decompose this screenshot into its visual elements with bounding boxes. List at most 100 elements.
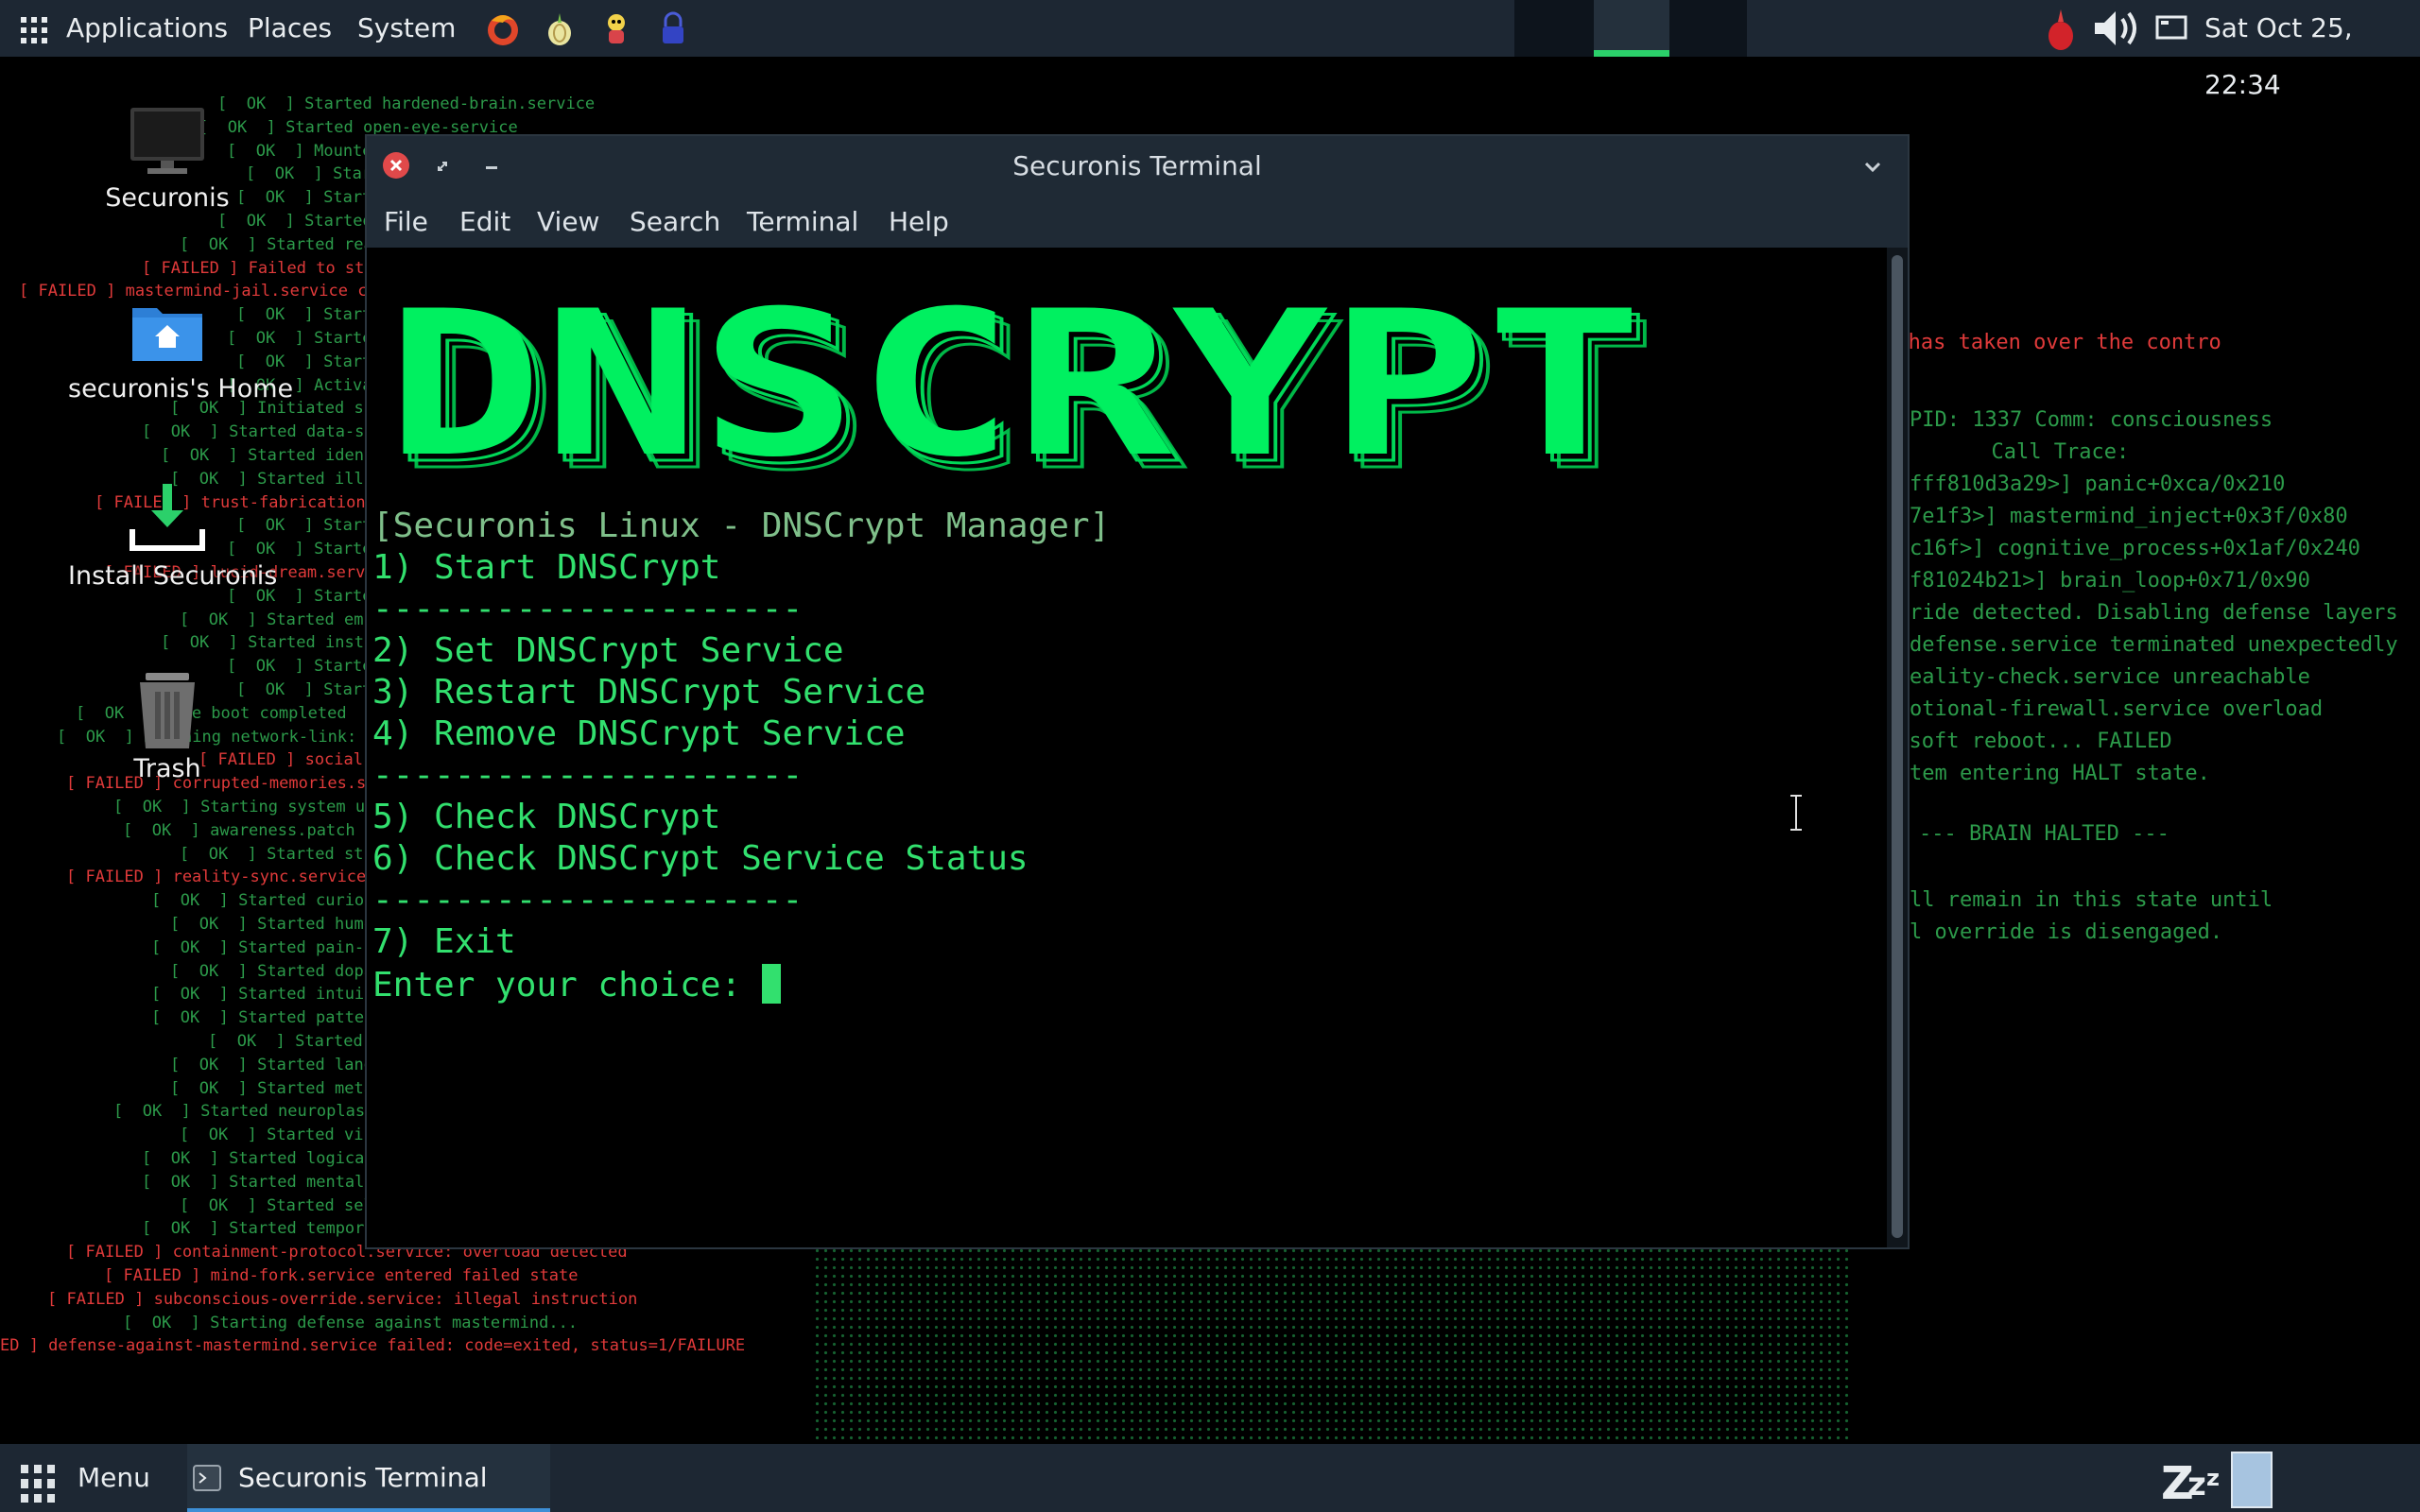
separator: ---------------------: [372, 590, 804, 628]
terminal-menubar: File Edit View Search Terminal Help: [367, 197, 1908, 248]
log-line: [ OK ] Started meta-: [170, 1078, 384, 1098]
svg-text:z: z: [2206, 1465, 2220, 1491]
desktop-icon-install[interactable]: Install Securonis: [68, 482, 277, 591]
chevron-down-icon[interactable]: [1860, 155, 1885, 180]
log-line: [ OK ] Started langu: [170, 1055, 384, 1074]
separator: ---------------------: [372, 881, 804, 919]
taskbar-item-terminal[interactable]: Securonis Terminal: [187, 1444, 550, 1512]
log-line: [ OK ] Started pain-: [151, 937, 365, 957]
log-line: [ OK ] Started identi: [161, 446, 384, 465]
log-line: ED ] defense-against-mastermind.service …: [0, 1336, 746, 1356]
clock[interactable]: Sat Oct 25, 22:34: [2204, 0, 2420, 113]
terminal-output[interactable]: DNSCRYPT DNSCRYPT DNSCRYPT [Securonis Li…: [367, 248, 1887, 1247]
log-line: [ OK ] Started mental-: [142, 1172, 374, 1192]
ibeam-cursor-icon: [1790, 795, 1802, 831]
log-line: l override is disengaged.: [1910, 920, 2223, 944]
prompt-line[interactable]: Enter your choice:: [372, 964, 781, 1005]
vpn-lock-icon[interactable]: [652, 8, 694, 49]
svg-text:z: z: [2187, 1466, 2206, 1503]
menu-help[interactable]: Help: [889, 197, 949, 248]
option-check: 5) Check DNSCrypt: [372, 798, 721, 836]
terminal-header: [Securonis Linux - DNSCrypt Manager]: [372, 507, 1111, 545]
terminal-icon: [193, 1465, 221, 1491]
log-line: [ OK ] Started data-s: [142, 422, 365, 442]
menu-button[interactable]: Menu: [78, 1444, 150, 1512]
log-line: [ OK ] Started reali: [180, 234, 393, 254]
menu-view[interactable]: View: [537, 197, 599, 248]
dnscrypt-ascii-banner: DNSCRYPT DNSCRYPT DNSCRYPT: [386, 302, 1658, 491]
log-line: [ OK ] Started neuroplas: [113, 1102, 366, 1122]
terminal-title: Securonis Terminal: [1012, 150, 1262, 181]
home-folder-icon: [132, 308, 202, 361]
option-start: 1) Start DNSCrypt: [372, 548, 721, 587]
log-line: [ OK ] Starting system upd: [113, 798, 385, 816]
menu-edit[interactable]: Edit: [459, 197, 510, 248]
matrix-pattern: [813, 1238, 1853, 1455]
menu-system[interactable]: System: [357, 0, 456, 57]
log-line: Call Trace:: [1966, 440, 2130, 464]
apps-grid-icon[interactable]: [21, 17, 47, 43]
menu-search[interactable]: Search: [630, 197, 720, 248]
log-line: f81024b21>] brain_loop+0x71/0x90: [1910, 569, 2310, 593]
onion-tray-icon[interactable]: [2042, 6, 2080, 53]
option-check-status: 6) Check DNSCrypt Service Status: [372, 839, 1028, 878]
download-icon: [130, 484, 205, 551]
taskbar-item-label: Securonis Terminal: [238, 1462, 488, 1493]
log-line: [ OK ] Started curios: [151, 891, 374, 911]
menu-terminal[interactable]: Terminal: [747, 197, 858, 248]
firefox-icon[interactable]: [482, 8, 524, 49]
menu-file[interactable]: File: [384, 197, 428, 248]
option-restart-service: 3) Restart DNSCrypt Service: [372, 673, 926, 712]
log-line: 7e1f3>] mastermind_inject+0x3f/0x80: [1910, 505, 2348, 528]
menu-places[interactable]: Places: [248, 0, 332, 57]
bottom-taskbar: Menu Securonis Terminal Z z z: [0, 1444, 2420, 1512]
mascot-icon[interactable]: [596, 8, 637, 49]
log-line: [ OK ] Started stres: [180, 844, 393, 864]
top-panel: Applications Places System Sat Oct 25, 2…: [0, 0, 2420, 100]
onion-icon[interactable]: [539, 8, 580, 49]
terminal-window[interactable]: Securonis Terminal File Edit View Search…: [367, 136, 1908, 1247]
log-line: [ OK ] awareness.patch: [123, 820, 355, 840]
log-line: [ FAILED ] subconscious-override.service…: [47, 1289, 638, 1309]
monitor-icon: [130, 108, 204, 174]
option-remove-service: 4) Remove DNSCrypt Service: [372, 714, 906, 753]
terminal-titlebar[interactable]: Securonis Terminal: [367, 136, 1908, 197]
terminal-scrollbar[interactable]: [1887, 248, 1908, 1247]
desktop-icon-trash[interactable]: Trash: [68, 669, 267, 783]
option-exit: 7) Exit: [372, 922, 516, 961]
log-line: ride detected. Disabling defense layers: [1910, 601, 2398, 625]
scroll-thumb[interactable]: [1892, 255, 1903, 1238]
workspace-1[interactable]: [1594, 0, 1669, 57]
workspace-2[interactable]: [1671, 0, 1747, 57]
log-line: otional-firewall.service overload: [1910, 697, 2324, 721]
log-line: defense.service terminated unexpectedly: [1910, 633, 2398, 657]
network-icon[interactable]: [2155, 13, 2187, 43]
desktop-icon-label: Securonis: [105, 183, 230, 213]
sleep-icon[interactable]: Z z z: [2159, 1457, 2225, 1503]
svg-text:DNSCRYPT: DNSCRYPT: [386, 302, 1643, 491]
log-line: c16f>] cognitive_process+0x1af/0x240: [1910, 537, 2360, 560]
log-line: tem entering HALT state.: [1910, 762, 2210, 785]
option-set-service: 2) Set DNSCrypt Service: [372, 631, 844, 670]
text-cursor: [761, 964, 781, 1004]
show-desktop-button[interactable]: [2231, 1452, 2273, 1508]
desktop-icon-label: Trash: [133, 754, 201, 783]
log-line: [ FAILED ] reality-sync.service: [66, 868, 367, 887]
desktop-icon-label: securonis's Home: [68, 374, 294, 404]
volume-icon[interactable]: [2091, 8, 2142, 49]
log-line: PID: 1337 Comm: consciousness: [1910, 408, 2273, 432]
log-line: [ OK ] Started self-: [180, 1195, 393, 1215]
log-line: [ OK ] Started patter: [151, 1008, 374, 1028]
log-line: [ OK ] Started tempora: [142, 1219, 374, 1239]
log-line: fff810d3a29>] panic+0xca/0x210: [1910, 472, 2286, 496]
menu-applications[interactable]: Applications: [66, 0, 228, 57]
log-line: [ OK ] Started logical-: [142, 1149, 384, 1168]
log-line: --- BRAIN HALTED ---: [1919, 822, 2169, 846]
log-line: ll remain in this state until: [1910, 888, 2273, 912]
menu-grid-icon[interactable]: [21, 1465, 59, 1503]
desktop-icon-securonis[interactable]: Securonis: [68, 104, 267, 213]
separator: ---------------------: [372, 756, 804, 795]
trash-icon: [140, 673, 195, 748]
log-line: [ OK ] Started humor-: [170, 915, 393, 934]
desktop-icon-home[interactable]: securonis's Home: [68, 295, 294, 404]
